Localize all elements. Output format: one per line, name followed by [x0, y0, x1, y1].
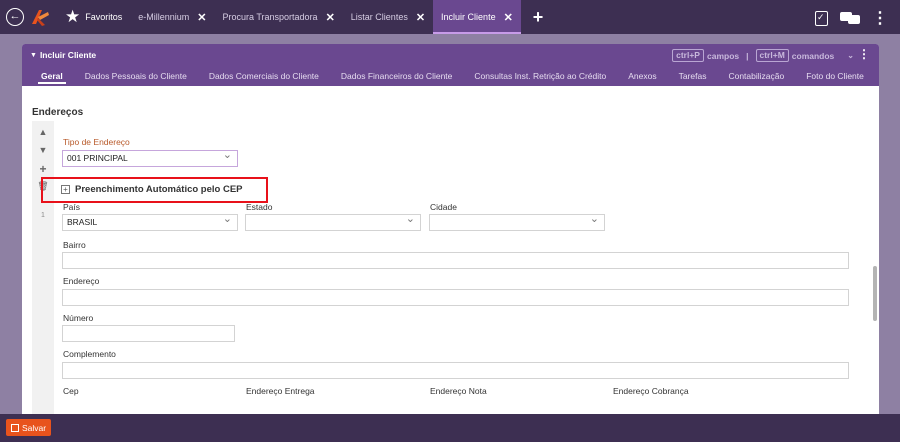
close-icon[interactable]: ✕ [197, 11, 206, 24]
close-icon[interactable]: ✕ [416, 11, 425, 24]
shortcut-key-campos: ctrl+P [672, 49, 704, 62]
cep-label: Cep [63, 386, 79, 396]
close-icon[interactable]: ✕ [326, 11, 335, 24]
shortcut-label-comandos: comandos [791, 50, 835, 61]
move-down-icon[interactable]: ▼ [32, 145, 54, 155]
tab-dados-financeiros[interactable]: Dados Financeiros do Cliente [330, 66, 464, 86]
endereco-cobranca-label: Endereço Cobrança [613, 386, 689, 396]
panel-title: Incluir Cliente [39, 50, 97, 60]
scrollbar-thumb[interactable] [873, 266, 877, 321]
shortcut-label-campos: campos [706, 50, 740, 61]
subtab-bar: Geral Dados Pessoais do Cliente Dados Co… [22, 66, 879, 86]
app-logo-icon [29, 6, 51, 28]
pais-label: País [63, 202, 81, 212]
save-icon [11, 423, 19, 432]
expand-icon[interactable]: + [61, 185, 70, 194]
more-options-icon[interactable]: ⋮ [872, 8, 888, 28]
save-label: Salvar [22, 422, 47, 433]
panel-more-icon[interactable]: ⋮ [858, 47, 870, 61]
add-tab-icon[interactable]: + [533, 7, 544, 28]
top-tab-bar: ← ★ Favoritos e-Millennium ✕ Procura Tra… [0, 0, 900, 34]
tab-tarefas[interactable]: Tarefas [668, 66, 718, 86]
tab-listar-clientes[interactable]: Listar Clientes ✕ [343, 0, 433, 34]
back-icon[interactable]: ← [6, 8, 24, 26]
pais-select[interactable]: BRASIL [62, 212, 238, 231]
chevron-down-icon[interactable]: ⌄ [847, 51, 854, 60]
shortcut-separator: | [746, 50, 749, 61]
complemento-input[interactable] [62, 362, 849, 379]
top-right-actions: ⋮ [815, 8, 888, 28]
incluir-cliente-panel: ▼ Incluir Cliente ctrl+P campos | ctrl+M… [22, 44, 879, 414]
panel-header[interactable]: ▼ Incluir Cliente ctrl+P campos | ctrl+M… [22, 44, 879, 66]
record-rail: ▲ ▼ + 🗑 1 [32, 121, 54, 414]
shortcut-key-comandos: ctrl+M [755, 49, 789, 62]
section-title: Endereços [32, 107, 84, 118]
tab-geral[interactable]: Geral [30, 66, 74, 86]
tab-incluir-cliente[interactable]: Incluir Cliente ✕ [433, 0, 521, 34]
endereco-input[interactable] [62, 289, 849, 306]
chat-icon[interactable] [840, 11, 860, 25]
tab-dados-comerciais[interactable]: Dados Comerciais do Cliente [198, 66, 330, 86]
numero-label: Número [63, 313, 94, 323]
save-button[interactable]: Salvar [6, 419, 52, 436]
collapse-caret-icon[interactable]: ▼ [30, 52, 37, 59]
cep-auto-toggle[interactable]: + Preenchimento Automático pelo CEP [61, 184, 243, 195]
tab-label: Procura Transportadora [222, 12, 318, 22]
estado-label: Estado [246, 202, 273, 212]
tab-label: e-Millennium [138, 12, 190, 22]
tipo-endereco-label: Tipo de Endereço [63, 137, 130, 147]
tab-foto-cliente[interactable]: Foto do Cliente [795, 66, 875, 86]
star-icon: ★ [65, 7, 81, 26]
complemento-label: Complemento [63, 349, 116, 359]
close-icon[interactable]: ✕ [504, 11, 513, 24]
tipo-endereco-select[interactable]: 001 PRINCIPAL [62, 148, 238, 167]
tab-procura-transportadora[interactable]: Procura Transportadora ✕ [215, 0, 343, 34]
move-up-icon[interactable]: ▲ [32, 127, 54, 137]
tab-label: Incluir Cliente [441, 12, 496, 22]
tab-contabilizacao[interactable]: Contabilização [717, 66, 795, 86]
bairro-label: Bairro [63, 240, 86, 250]
tab-strip: ★ Favoritos e-Millennium ✕ Procura Trans… [57, 0, 543, 34]
tasks-icon[interactable] [815, 10, 828, 26]
endereco-label: Endereço [63, 276, 100, 286]
cep-auto-label: Preenchimento Automático pelo CEP [75, 184, 243, 195]
cidade-label: Cidade [430, 202, 457, 212]
tab-e-millennium[interactable]: e-Millennium ✕ [130, 0, 214, 34]
add-row-icon[interactable]: + [32, 162, 54, 176]
bottom-bar: Salvar [0, 414, 900, 442]
row-index: 1 [41, 212, 45, 219]
tab-label: Listar Clientes [350, 12, 408, 22]
tab-dados-pessoais[interactable]: Dados Pessoais do Cliente [74, 66, 198, 86]
tab-consultas[interactable]: Consultas Inst. Retrição ao Crédito [463, 66, 617, 86]
tab-anexos[interactable]: Anexos [617, 66, 667, 86]
estado-select[interactable] [245, 212, 421, 231]
tab-label: Favoritos [85, 12, 123, 22]
endereco-entrega-label: Endereço Entrega [246, 386, 315, 396]
bairro-input[interactable] [62, 252, 849, 269]
numero-input[interactable] [62, 325, 235, 342]
shortcut-hints: ctrl+P campos | ctrl+M comandos ⌄ [672, 49, 854, 62]
cidade-select[interactable] [429, 212, 605, 231]
endereco-nota-label: Endereço Nota [430, 386, 487, 396]
tab-favoritos[interactable]: ★ Favoritos [57, 0, 130, 34]
